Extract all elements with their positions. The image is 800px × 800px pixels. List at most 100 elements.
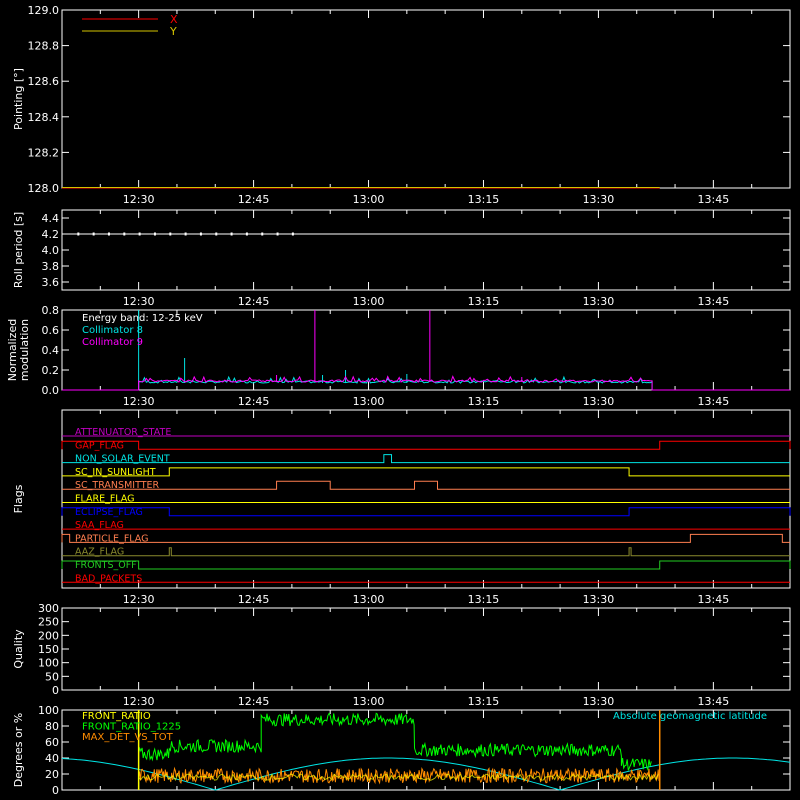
flag-trace [62, 547, 790, 557]
x-tick-label: 13:00 [353, 395, 385, 408]
y-tick-label: 0.4 [42, 344, 60, 357]
y-tick-label: 150 [38, 643, 59, 656]
x-tick-label: 13:15 [468, 695, 500, 708]
y-axis-label: Flags [12, 484, 25, 513]
legend-label-collimator: Collimator 8 [82, 325, 143, 336]
y-tick-label: 4.2 [42, 228, 60, 241]
x-tick-label: 12:45 [238, 295, 270, 308]
y-axis-label: Normalizedmodulation [6, 319, 31, 381]
y-tick-label: 128.2 [28, 146, 60, 159]
legend-label-y: Y [169, 25, 177, 38]
x-tick-label: 12:30 [123, 295, 155, 308]
y-tick-label: 129.0 [28, 4, 60, 17]
geomagnetic-latitude-label: Absolute geomagnetic latitude [613, 711, 767, 722]
roll-period-point [184, 232, 187, 236]
flag-trace [61, 507, 791, 517]
y-tick-label: 0.8 [42, 304, 60, 317]
flag-label: AAZ_FLAG [75, 547, 124, 558]
x-tick-label: 13:30 [583, 295, 615, 308]
x-tick-label: 13:15 [468, 593, 500, 606]
y-tick-label: 0.2 [42, 364, 60, 377]
y-tick-label: 128.0 [28, 182, 60, 195]
roll-period-point [92, 232, 95, 236]
y-tick-label: 20 [45, 768, 59, 781]
flag-label: FRONTS_OFF [75, 560, 137, 571]
x-tick-label: 13:45 [698, 395, 730, 408]
flag-trace [62, 480, 790, 490]
x-tick-label: 13:30 [583, 695, 615, 708]
x-tick-label: 13:15 [468, 395, 500, 408]
roll-period-point [169, 232, 172, 236]
panel-frame [61, 209, 791, 291]
flag-trace [62, 454, 790, 464]
x-tick-label: 12:30 [123, 695, 155, 708]
modulation-series-8 [62, 375, 790, 391]
roll-period-point [107, 232, 110, 236]
y-tick-label: 3.6 [42, 276, 60, 289]
y-tick-label: 50 [45, 670, 59, 683]
flag-trace [61, 440, 791, 450]
x-tick-label: 12:45 [238, 695, 270, 708]
x-tick-label: 13:15 [468, 295, 500, 308]
x-tick-label: 13:00 [353, 593, 385, 606]
y-tick-label: 40 [45, 752, 59, 765]
panel-pointing: 12:30 12:45 13:00 13:15 13:30 13:45 128.0 128.2… [12, 4, 791, 206]
panel-ratios: 0 20 40 60 80 100 Degrees or % FRONT_RATIOFRONT… [12, 704, 791, 797]
flag-label: NON_SOLAR_EVENT [75, 454, 170, 465]
flag-label: GAP_FLAG [75, 440, 124, 451]
x-tick-label: 13:00 [353, 295, 385, 308]
front-ratio-1225-line [138, 712, 652, 772]
y-tick-label: 4.0 [42, 244, 60, 257]
x-tick-label: 13:45 [698, 593, 730, 606]
x-tick-label: 13:15 [468, 193, 500, 206]
flag-label: SAA_FLAG [75, 520, 124, 531]
y-axis-label: Degrees or % [12, 713, 25, 787]
legend-label-ratio: MAX_DET_VS_TOT [82, 732, 174, 743]
flag-label: SC_IN_SUNLIGHT [75, 467, 156, 478]
flag-label: BAD_PACKETS [75, 573, 142, 584]
flag-trace [61, 560, 791, 570]
x-tick-label: 13:30 [583, 395, 615, 408]
roll-period-point [153, 232, 156, 236]
y-tick-label: 0.0 [42, 384, 60, 397]
panel-modulation: 12:30 12:45 13:00 13:15 13:30 13:45 0.0 0.2 0.4 0… [6, 304, 791, 408]
panel-roll: 12:30 12:45 13:00 13:15 13:30 13:45 3.6 3.8 4.0 4… [12, 209, 791, 308]
y-tick-label: 100 [38, 657, 59, 670]
x-tick-label: 12:45 [238, 395, 270, 408]
y-tick-label: 250 [38, 616, 59, 629]
flag-label: FLARE_FLAG [75, 494, 135, 505]
roll-period-point [245, 232, 248, 236]
legend-label-collimator: Collimator 9 [82, 337, 143, 348]
legend-label-ratio: FRONT_RATIO [82, 711, 151, 722]
flag-label: SC_TRANSMITTER [75, 480, 160, 491]
x-tick-label: 13:45 [698, 193, 730, 206]
flag-label: ATTENUATOR_STATE [75, 427, 171, 438]
modulation-series-9 [62, 375, 790, 391]
panel-frame [61, 607, 791, 691]
y-axis-label: Quality [12, 629, 25, 669]
y-tick-label: 4.4 [42, 212, 60, 225]
roll-period-point [123, 232, 126, 236]
y-tick-label: 3.8 [42, 260, 60, 273]
roll-period-point [291, 232, 294, 236]
roll-period-point [199, 232, 202, 236]
x-tick-label: 13:30 [583, 193, 615, 206]
x-tick-label: 13:00 [353, 695, 385, 708]
roll-period-point [138, 232, 141, 236]
flag-label: PARTICLE_FLAG [75, 533, 148, 544]
roll-period-point [276, 232, 279, 236]
roll-period-point [215, 232, 218, 236]
x-tick-label: 13:00 [353, 193, 385, 206]
roll-period-point [77, 232, 80, 236]
max-det-vs-tot-line [138, 766, 660, 785]
x-tick-label: 12:30 [123, 395, 155, 408]
y-tick-label: 0 [52, 684, 59, 697]
y-tick-label: 60 [45, 736, 59, 749]
y-tick-label: 80 [45, 720, 59, 733]
y-axis-label: Roll period [s] [12, 212, 25, 288]
y-tick-label: 128.8 [28, 40, 60, 53]
y-tick-label: 128.4 [28, 111, 60, 124]
panel-flags: 12:30 12:45 13:00 13:15 13:30 13:45 Flags ATTEN… [12, 409, 791, 606]
y-tick-label: 200 [38, 629, 59, 642]
roll-period-point [230, 232, 233, 236]
